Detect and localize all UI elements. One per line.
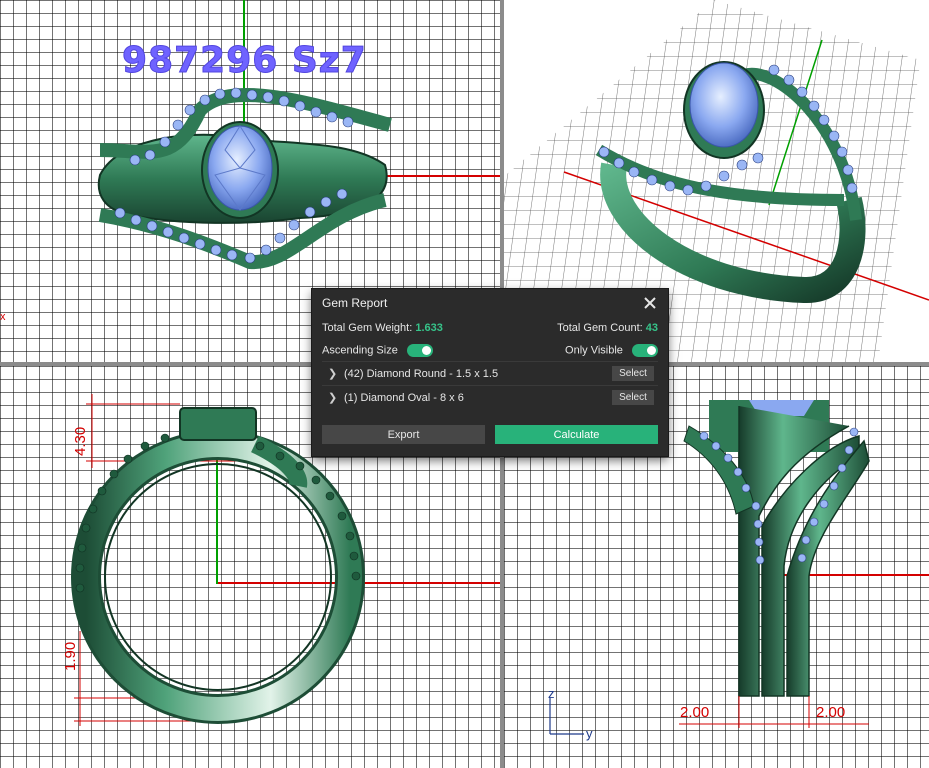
total-gem-count: Total Gem Count: 43	[557, 322, 658, 334]
design-title: 987296 Sz7	[122, 40, 367, 82]
close-icon[interactable]	[642, 295, 658, 311]
select-gem-button[interactable]: Select	[612, 390, 654, 405]
dimension-top-label: 4.30	[72, 426, 89, 456]
dialog-header[interactable]: Gem Report	[312, 289, 668, 317]
chevron-right-icon[interactable]: ❯	[328, 367, 337, 380]
total-gem-weight-value: 1.633	[415, 322, 443, 334]
y-axis-label: y	[586, 726, 593, 741]
gem-item-left: ❯ (1) Diamond Oval - 8 x 6	[328, 391, 464, 405]
z-axis-label: z	[548, 686, 555, 701]
x-axis-label: x	[0, 311, 6, 323]
select-gem-button[interactable]: Select	[612, 366, 654, 381]
options-row: Ascending Size Only Visible	[312, 339, 668, 361]
total-gem-count-value: 43	[645, 322, 658, 334]
gem-item-label: (42) Diamond Round - 1.5 x 1.5	[344, 367, 499, 380]
gem-item-left: ❯ (42) Diamond Round - 1.5 x 1.5	[328, 367, 499, 381]
only-visible-option: Only Visible	[565, 343, 658, 357]
dimension-bottom-label: 1.90	[62, 641, 79, 671]
dimension-right-label: 2.00	[816, 704, 846, 721]
gem-report-dialog: Gem Report Total Gem Weight: 1.633 Total…	[312, 289, 668, 456]
ascending-size-label: Ascending Size	[322, 343, 398, 356]
export-button[interactable]: Export	[322, 425, 485, 444]
calculate-button[interactable]: Calculate	[495, 425, 658, 444]
chevron-right-icon[interactable]: ❯	[328, 391, 337, 404]
total-gem-weight: Total Gem Weight: 1.633	[322, 322, 443, 334]
gem-item-label: (1) Diamond Oval - 8 x 6	[344, 391, 464, 404]
dialog-title: Gem Report	[322, 296, 388, 310]
only-visible-toggle[interactable]	[632, 343, 658, 357]
total-gem-weight-label: Total Gem Weight:	[322, 322, 413, 334]
gem-list-item[interactable]: ❯ (1) Diamond Oval - 8 x 6 Select	[322, 385, 658, 409]
gem-list-item[interactable]: ❯ (42) Diamond Round - 1.5 x 1.5 Select	[322, 361, 658, 385]
ascending-size-option: Ascending Size	[322, 343, 433, 357]
ascending-size-toggle[interactable]	[406, 343, 433, 357]
totals-row: Total Gem Weight: 1.633 Total Gem Count:…	[312, 317, 668, 339]
dimension-left-label: 2.00	[680, 704, 710, 721]
dialog-actions: Export Calculate	[322, 425, 658, 444]
only-visible-label: Only Visible	[565, 343, 623, 356]
total-gem-count-label: Total Gem Count:	[557, 322, 643, 334]
